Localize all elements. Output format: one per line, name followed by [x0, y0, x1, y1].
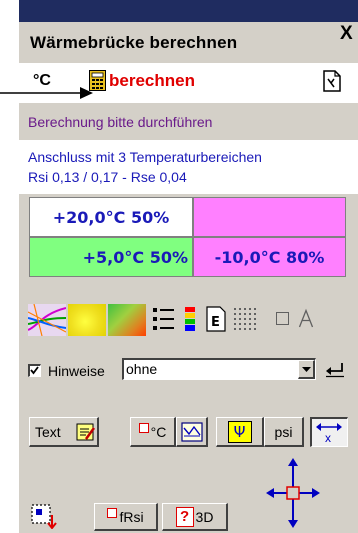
dropdown-button[interactable] — [298, 360, 315, 379]
text-button-label: Text — [35, 423, 61, 440]
isotherms-icon[interactable] — [28, 304, 66, 336]
info-line-1: Anschluss mit 3 Temperaturbereichen — [28, 149, 262, 165]
celsius-view-label: °C — [150, 423, 167, 440]
hints-select[interactable]: ohne — [122, 358, 316, 380]
frsi-label: fRsi — [119, 508, 144, 525]
list-icon[interactable] — [152, 306, 176, 332]
report-icon[interactable]: E — [205, 306, 227, 332]
help-icon: ? — [175, 506, 194, 527]
status-hint: Berechnung bitte durchführen — [28, 114, 213, 130]
color-scale-icon[interactable] — [182, 306, 198, 332]
close-button[interactable]: X — [340, 23, 353, 45]
document-icon[interactable] — [320, 69, 344, 93]
3d-button[interactable]: ? 3D — [162, 503, 228, 531]
dialog-title: Wärmebrücke berechnen — [30, 33, 238, 52]
select-region-icon[interactable] — [30, 503, 58, 529]
edit-text-icon — [76, 423, 96, 441]
text-a-icon[interactable] — [298, 308, 314, 330]
hints-checkbox[interactable] — [28, 364, 41, 377]
psi-button[interactable]: psi — [264, 417, 304, 447]
return-arrow-icon[interactable] — [325, 361, 345, 378]
x-axis-toggle[interactable]: x — [310, 417, 348, 447]
psi-label: psi — [274, 423, 293, 440]
heatmap-green-icon[interactable] — [108, 304, 146, 336]
frsi-button[interactable]: fRsi — [94, 503, 158, 531]
x-axis-label: x — [325, 431, 331, 445]
red-square-icon — [107, 507, 118, 518]
psi-symbol: Ψ — [227, 420, 252, 443]
chart-icon — [180, 421, 203, 442]
rectangle-icon[interactable] — [276, 312, 289, 325]
grid-icon[interactable] — [233, 307, 257, 331]
info-line-2: Rsi 0,13 / 0,17 - Rse 0,04 — [28, 169, 187, 185]
hints-label: Hinweise — [48, 363, 105, 379]
chart-button[interactable] — [176, 417, 208, 447]
zone-cell-3[interactable]: +5,0°C 50% — [29, 237, 193, 277]
pointer-arrow-icon — [0, 87, 93, 99]
red-square-icon — [138, 422, 149, 433]
zone-cell-4[interactable]: -10,0°C 80% — [193, 237, 346, 277]
checkmark-icon — [30, 366, 39, 375]
title-bar — [19, 0, 358, 22]
calculate-button[interactable]: berechnen — [109, 71, 195, 91]
zone-cell-1[interactable]: +20,0°C 50% — [29, 197, 193, 237]
celsius-view-button[interactable]: °C — [130, 417, 176, 447]
zone-cell-2[interactable] — [193, 197, 346, 237]
move-arrows-icon[interactable] — [266, 458, 320, 528]
3d-label: 3D — [195, 508, 214, 525]
hints-select-value: ohne — [126, 361, 158, 377]
text-button[interactable]: Text — [29, 417, 99, 447]
heatmap-yellow-icon[interactable] — [68, 304, 106, 336]
psi-icon-button[interactable]: Ψ — [216, 417, 264, 447]
chevron-down-icon — [302, 367, 311, 372]
svg-text:E: E — [211, 315, 220, 330]
